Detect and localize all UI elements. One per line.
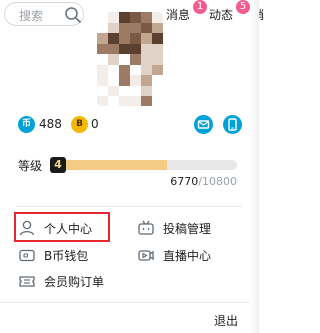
avatar-pixel <box>108 12 119 23</box>
bcoin-icon: B <box>71 116 88 133</box>
logout-link[interactable]: 退出 <box>214 312 238 329</box>
nav-dynamics[interactable]: 动态 <box>209 6 233 23</box>
bcoin-count: 0 <box>91 117 99 131</box>
avatar-pixel <box>119 64 130 76</box>
avatar-pixel <box>108 22 119 34</box>
avatar-pixel <box>130 43 141 55</box>
avatar-pixel <box>130 22 141 34</box>
avatar-pixel <box>97 43 108 55</box>
level-progress-fill <box>50 160 168 170</box>
highlight-box <box>14 212 110 242</box>
edge-shadow <box>250 0 259 333</box>
avatar-pixel <box>97 33 108 44</box>
avatar-pixel <box>141 12 152 23</box>
avatar-pixel <box>152 43 163 55</box>
avatar-pixel <box>119 43 130 55</box>
level-progress-bar <box>50 160 237 170</box>
avatar-pixel <box>152 64 163 76</box>
level-badge: 4 <box>50 157 66 173</box>
phone-icon[interactable] <box>223 115 242 134</box>
avatar-pixel <box>108 75 119 86</box>
avatar-pixel <box>108 54 119 65</box>
avatar[interactable] <box>97 12 163 106</box>
avatar-pixel <box>152 54 163 65</box>
avatar-pixel <box>130 96 141 106</box>
coin-icon: 币 <box>18 116 35 133</box>
avatar-pixel <box>97 22 108 34</box>
avatar-pixel <box>141 22 152 34</box>
dynamics-badge: 5 <box>236 0 250 14</box>
exp-text: 6770/10800 <box>170 175 237 188</box>
avatar-pixel <box>119 33 130 44</box>
coin-count: 488 <box>39 117 62 131</box>
avatar-pixel <box>141 64 152 76</box>
search-box[interactable]: 搜索 <box>4 2 84 26</box>
avatar-pixel <box>141 33 152 44</box>
divider <box>16 206 242 207</box>
wallet-row: 币 488 B 0 <box>16 114 246 134</box>
avatar-pixel <box>152 85 163 97</box>
menu-live-center-label: 直播中心 <box>163 249 212 263</box>
avatar-pixel <box>119 96 130 106</box>
avatar-pixel <box>119 54 130 65</box>
nav-messages[interactable]: 消息 <box>166 6 190 23</box>
messages-badge: 1 <box>193 0 207 14</box>
avatar-pixel <box>97 54 108 65</box>
avatar-pixel <box>141 43 152 55</box>
menu-bwallet[interactable]: B币钱包 <box>18 242 118 268</box>
avatar-pixel <box>130 33 141 44</box>
search-icon[interactable] <box>64 6 82 24</box>
live-icon <box>138 250 154 261</box>
avatar-pixel <box>130 54 141 65</box>
avatar-pixel <box>141 96 152 106</box>
avatar-pixel <box>119 12 130 23</box>
avatar-pixel <box>152 96 163 106</box>
ticket-icon <box>19 276 35 287</box>
avatar-pixel <box>152 22 163 34</box>
menu-upload-manage-label: 投稿管理 <box>163 222 212 236</box>
avatar-pixel <box>119 75 130 86</box>
avatar-pixel <box>119 85 130 97</box>
bottom-divider <box>0 302 259 303</box>
avatar-pixel <box>152 12 163 23</box>
mail-icon[interactable] <box>194 115 213 134</box>
wallet-icon <box>19 249 35 262</box>
menu-vip-orders-label: 会员购订单 <box>44 275 105 289</box>
avatar-pixel <box>152 33 163 44</box>
menu-bwallet-label: B币钱包 <box>44 249 89 263</box>
menu-upload-manage[interactable]: 投稿管理 <box>137 215 237 241</box>
avatar-pixel <box>108 33 119 44</box>
level-label: 等级 <box>18 159 43 173</box>
avatar-pixel <box>152 75 163 86</box>
avatar-pixel <box>141 85 152 97</box>
avatar-pixel <box>130 12 141 23</box>
avatar-pixel <box>108 85 119 97</box>
avatar-pixel <box>97 96 108 106</box>
avatar-pixel <box>108 64 119 76</box>
avatar-pixel <box>130 75 141 86</box>
search-input[interactable]: 搜索 <box>19 7 43 24</box>
avatar-pixel <box>108 96 119 106</box>
avatar-pixel <box>97 12 108 23</box>
menu-vip-orders[interactable]: 会员购订单 <box>18 268 128 294</box>
avatar-pixel <box>130 64 141 76</box>
menu-live-center[interactable]: 直播中心 <box>137 242 237 268</box>
exp-current: 6770 <box>170 175 199 188</box>
exp-next: 10800 <box>202 175 237 188</box>
avatar-pixel <box>141 75 152 86</box>
avatar-pixel <box>108 43 119 55</box>
tv-upload-icon <box>138 220 154 235</box>
avatar-pixel <box>97 64 108 76</box>
avatar-pixel <box>130 85 141 97</box>
avatar-pixel <box>119 22 130 34</box>
avatar-pixel <box>141 54 152 65</box>
avatar-pixel <box>97 85 108 97</box>
avatar-pixel <box>97 75 108 86</box>
